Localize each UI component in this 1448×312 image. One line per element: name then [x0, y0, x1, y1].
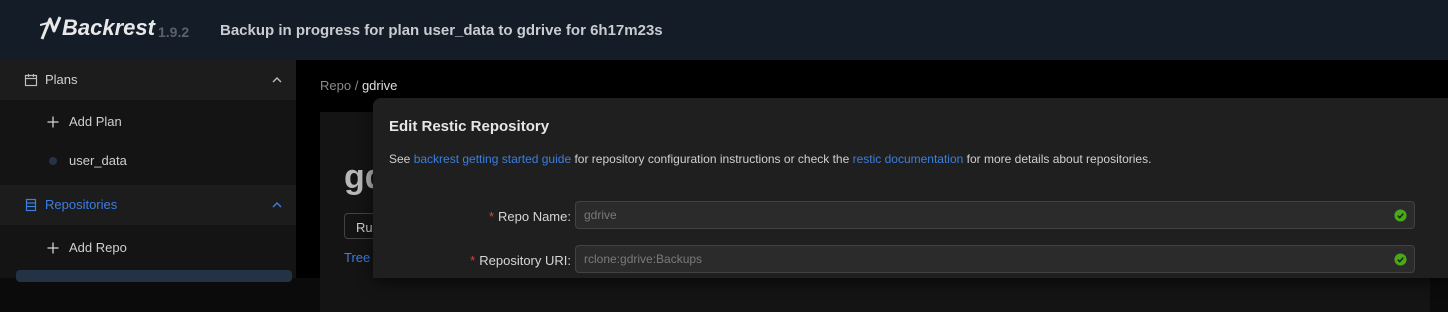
required-marker: *: [470, 253, 476, 268]
sidebar: Plans Add Plan user_data Repositories Ad…: [0, 60, 296, 282]
breadcrumb-separator: /: [354, 78, 359, 93]
check-circle-icon: [1394, 209, 1407, 222]
app-version: 1.9.2: [158, 24, 190, 40]
plus-icon: [47, 116, 59, 128]
app-header: Backrest 1.9.2 Backup in progress for pl…: [0, 0, 1448, 60]
sidebar-item-label: Add Plan: [69, 114, 122, 129]
modal-title: Edit Restic Repository: [389, 118, 550, 135]
repository-uri-input[interactable]: rclone:gdrive:Backups: [575, 245, 1415, 273]
required-marker: *: [488, 209, 494, 224]
input-value: rclone:gdrive:Backups: [584, 252, 703, 266]
sidebar-item-label: user_data: [69, 153, 127, 168]
getting-started-link[interactable]: backrest getting started guide: [414, 152, 571, 166]
breadcrumb-root[interactable]: Repo: [320, 78, 351, 93]
operation-status-title: Backup in progress for plan user_data to…: [220, 22, 663, 39]
sidebar-item-label: Add Repo: [69, 240, 127, 255]
sidebar-item-add-repo[interactable]: Add Repo: [0, 229, 296, 267]
repository-uri-label: * Repository URI:: [470, 253, 571, 268]
desc-text: for more details about repositories.: [963, 152, 1152, 166]
input-value: gdrive: [584, 208, 617, 222]
sidebar-group-repositories[interactable]: Repositories: [0, 185, 296, 225]
sidebar-item-add-plan[interactable]: Add Plan: [0, 103, 296, 141]
plus-icon: [47, 242, 59, 254]
repo-name-input[interactable]: gdrive: [575, 201, 1415, 229]
modal-description: See backrest getting started guide for r…: [389, 152, 1151, 166]
calendar-icon: [24, 74, 38, 87]
desc-text: See: [389, 152, 414, 166]
app-name: Backrest: [62, 15, 155, 40]
chevron-up-icon[interactable]: [270, 198, 284, 212]
sidebar-group-label: Plans: [45, 72, 78, 87]
form-row-repo-name: * Repo Name: gdrive: [373, 201, 1448, 233]
field-label-text: Repo Name: [498, 209, 568, 224]
check-circle-icon: [1394, 253, 1407, 266]
restic-docs-link[interactable]: restic documentation: [853, 152, 964, 166]
breadcrumb: Repo / gdrive: [320, 78, 397, 93]
desc-text: for repository configuration instruction…: [571, 152, 853, 166]
breadcrumb-current: gdrive: [361, 78, 398, 93]
repo-name-label: * Repo Name:: [488, 209, 571, 224]
chevron-up-icon[interactable]: [270, 73, 284, 87]
sidebar-item-user-data[interactable]: user_data: [0, 142, 296, 180]
sidebar-group-plans[interactable]: Plans: [0, 60, 296, 100]
database-icon: [25, 198, 37, 212]
form-row-repository-uri: * Repository URI: rclone:gdrive:Backups: [373, 245, 1448, 277]
sidebar-group-label: Repositories: [45, 197, 118, 212]
plan-running-icon: [49, 157, 57, 165]
sidebar-item-selected[interactable]: [16, 270, 292, 282]
field-label-text: Repository URI: [479, 253, 568, 268]
edit-repo-modal: Edit Restic Repository See backrest gett…: [373, 98, 1448, 278]
